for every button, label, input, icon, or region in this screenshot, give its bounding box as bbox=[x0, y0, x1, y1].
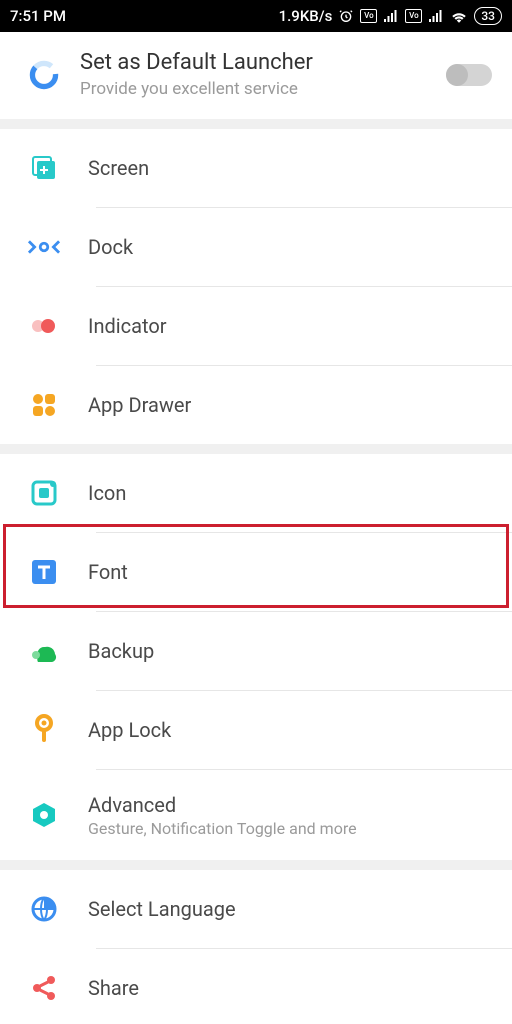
item-label: Indicator bbox=[88, 314, 492, 338]
alarm-icon bbox=[338, 8, 354, 24]
settings-item-indicator[interactable]: Indicator bbox=[0, 287, 512, 365]
item-label: Dock bbox=[88, 235, 492, 259]
default-launcher-row[interactable]: Set as Default Launcher Provide you exce… bbox=[0, 32, 512, 119]
group-3: Select Language Share bbox=[0, 870, 512, 1024]
header-subtitle: Provide you excellent service bbox=[80, 79, 446, 99]
item-label: App Drawer bbox=[88, 393, 492, 417]
settings-item-dock[interactable]: Dock bbox=[0, 208, 512, 286]
item-label: App Lock bbox=[88, 718, 492, 742]
screen-icon bbox=[28, 152, 60, 184]
settings-item-share[interactable]: Share bbox=[0, 949, 512, 1024]
settings-item-icon[interactable]: Icon bbox=[0, 454, 512, 532]
volte-icon-1: Vo bbox=[360, 9, 377, 23]
indicator-icon bbox=[28, 310, 60, 342]
font-icon bbox=[28, 556, 60, 588]
item-label: Advanced bbox=[88, 793, 492, 817]
status-data-rate: 1.9KB/s bbox=[279, 7, 333, 25]
group-1: Screen Dock Indicator App Drawer bbox=[0, 129, 512, 444]
item-label: Select Language bbox=[88, 897, 492, 921]
item-sub: Gesture, Notification Toggle and more bbox=[88, 819, 492, 838]
volte-icon-2: Vo bbox=[405, 9, 422, 23]
header-title: Set as Default Launcher bbox=[80, 50, 446, 75]
settings-item-applock[interactable]: App Lock bbox=[0, 691, 512, 769]
section-gap bbox=[0, 860, 512, 870]
settings-item-backup[interactable]: Backup bbox=[0, 612, 512, 690]
signal-icon-2 bbox=[428, 9, 444, 23]
section-gap bbox=[0, 444, 512, 454]
signal-icon-1 bbox=[383, 9, 399, 23]
app-lock-icon bbox=[28, 714, 60, 746]
settings-item-language[interactable]: Select Language bbox=[0, 870, 512, 948]
backup-icon bbox=[28, 635, 60, 667]
settings-item-advanced[interactable]: Advanced Gesture, Notification Toggle an… bbox=[0, 770, 512, 860]
gear-icon bbox=[28, 59, 60, 91]
settings-item-font[interactable]: Font bbox=[0, 533, 512, 611]
advanced-icon bbox=[28, 799, 60, 831]
item-label: Backup bbox=[88, 639, 492, 663]
item-label: Screen bbox=[88, 156, 492, 180]
share-icon bbox=[28, 972, 60, 1004]
section-gap bbox=[0, 119, 512, 129]
item-label: Font bbox=[88, 560, 492, 584]
status-right: 1.9KB/s Vo Vo 33 bbox=[279, 7, 502, 25]
app-drawer-icon bbox=[28, 389, 60, 421]
wifi-icon bbox=[450, 9, 468, 23]
status-time: 7:51 PM bbox=[10, 7, 66, 25]
icon-icon bbox=[28, 477, 60, 509]
settings-item-screen[interactable]: Screen bbox=[0, 129, 512, 207]
dock-icon bbox=[28, 231, 60, 263]
item-label: Icon bbox=[88, 481, 492, 505]
default-launcher-toggle[interactable] bbox=[446, 64, 492, 86]
status-bar: 7:51 PM 1.9KB/s Vo Vo 33 bbox=[0, 0, 512, 32]
battery-indicator: 33 bbox=[474, 7, 502, 25]
group-2: Icon Font Backup App Lock bbox=[0, 454, 512, 860]
globe-icon bbox=[28, 893, 60, 925]
settings-item-appdrawer[interactable]: App Drawer bbox=[0, 366, 512, 444]
item-label: Share bbox=[88, 976, 492, 1000]
